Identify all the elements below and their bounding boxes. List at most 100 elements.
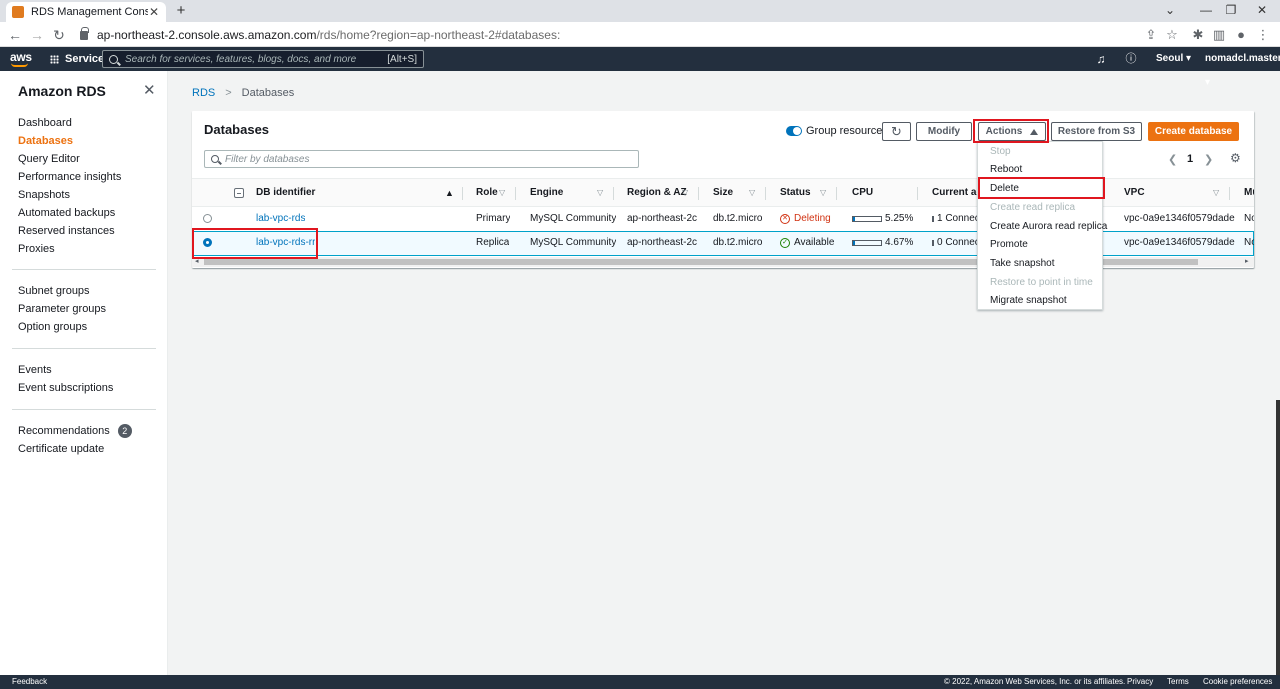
group-resources-label: Group resources xyxy=(806,125,888,137)
privacy-link[interactable]: Privacy xyxy=(1127,675,1153,689)
sort-icon[interactable]: ▽ xyxy=(1213,179,1219,207)
sidebar-divider xyxy=(12,409,156,410)
bookmark-star-icon[interactable]: ☆ xyxy=(1163,26,1181,44)
cpu-bar xyxy=(852,240,882,246)
tab-search-icon[interactable]: ⌄ xyxy=(1152,0,1188,22)
region-selector[interactable]: Seoul ▾ xyxy=(1156,47,1191,71)
breadcrumb-chevron-icon: > xyxy=(225,87,232,99)
aws-favicon-icon xyxy=(12,6,24,18)
breadcrumb-current: Databases xyxy=(241,87,295,99)
sidebar-item-subnet-groups[interactable]: Subnet groups xyxy=(18,285,90,297)
back-icon[interactable]: ← xyxy=(6,26,24,44)
breadcrumb-rds[interactable]: RDS xyxy=(192,87,215,99)
search-icon xyxy=(109,54,118,64)
close-window-icon[interactable]: ✕ xyxy=(1244,0,1280,22)
sidebar-item-event-subscriptions[interactable]: Event subscriptions xyxy=(18,382,113,394)
header-db-identifier[interactable]: DB identifier xyxy=(256,179,315,207)
menu-item-promote[interactable]: Promote xyxy=(978,235,1102,254)
cpu-value: 5.25% xyxy=(885,213,914,224)
browser-tab-bar: RDS Management Console ✕ + ⌄ — ❐ ✕ xyxy=(0,0,1280,22)
sidebar-item-option-groups[interactable]: Option groups xyxy=(18,321,87,333)
db-identifier-link[interactable]: lab-vpc-rds xyxy=(256,207,305,231)
refresh-button[interactable]: ↻ xyxy=(882,122,911,141)
next-page-icon[interactable]: ❯ xyxy=(1204,153,1213,166)
cell-vpc: vpc-0a9e1346f0579dade xyxy=(1124,237,1235,248)
terms-link[interactable]: Terms xyxy=(1167,675,1189,689)
console-search-input[interactable]: Search for services, features, blogs, do… xyxy=(102,50,424,68)
close-sidebar-icon[interactable]: ✕ xyxy=(143,81,156,99)
header-current-activity[interactable]: Current activity xyxy=(932,179,982,207)
sidebar-item-databases[interactable]: Databases xyxy=(18,135,73,147)
menu-item-create-aurora-read-replica[interactable]: Create Aurora read replica xyxy=(978,217,1107,236)
header-role[interactable]: Role xyxy=(476,179,498,207)
header-vpc[interactable]: VPC xyxy=(1124,179,1145,207)
sort-ascending-icon[interactable]: ▲ xyxy=(445,179,454,207)
actions-button[interactable]: Actions xyxy=(978,122,1046,141)
sidebar-item-recommendations[interactable]: Recommendations 2 xyxy=(18,424,132,438)
profile-icon[interactable]: ● xyxy=(1232,26,1250,44)
sort-icon[interactable]: ▽ xyxy=(597,179,603,207)
feedback-link[interactable]: Feedback xyxy=(12,675,47,689)
sidebar-item-query-editor[interactable]: Query Editor xyxy=(18,153,80,165)
new-tab-button[interactable]: + xyxy=(172,2,190,20)
forward-icon[interactable]: → xyxy=(28,26,46,44)
cell-engine: MySQL Community xyxy=(530,237,617,248)
browser-menu-icon[interactable]: ⋮ xyxy=(1254,26,1272,44)
filter-databases-input[interactable]: Filter by databases xyxy=(204,150,639,168)
close-tab-icon[interactable]: ✕ xyxy=(148,5,160,19)
group-resources-toggle[interactable] xyxy=(786,126,802,136)
sort-icon[interactable]: ▽ xyxy=(749,179,755,207)
db-identifier-link[interactable]: lab-vpc-rds-rr xyxy=(256,231,315,255)
page-number[interactable]: 1 xyxy=(1187,153,1193,165)
aws-logo[interactable]: aws xyxy=(10,50,32,67)
sidebar-item-certificate-update[interactable]: Certificate update xyxy=(18,443,104,455)
sidebar-item-snapshots[interactable]: Snapshots xyxy=(18,189,70,201)
sort-icon[interactable]: ▽ xyxy=(682,179,688,207)
header-status[interactable]: Status xyxy=(780,179,811,207)
browser-tab[interactable]: RDS Management Console ✕ xyxy=(6,2,166,22)
services-grid-icon xyxy=(50,54,59,64)
modify-button[interactable]: Modify xyxy=(916,122,972,141)
console-footer: Feedback © 2022, Amazon Web Services, In… xyxy=(0,675,1280,689)
url-field[interactable]: ap-northeast-2.console.aws.amazon.com/rd… xyxy=(80,26,560,44)
menu-item-take-snapshot[interactable]: Take snapshot xyxy=(978,254,1102,273)
side-panel-icon[interactable]: ▥ xyxy=(1210,26,1228,44)
header-region-az[interactable]: Region & AZ xyxy=(627,179,687,207)
sidebar-item-parameter-groups[interactable]: Parameter groups xyxy=(18,303,106,315)
sort-icon[interactable]: ▽ xyxy=(499,179,505,207)
header-cpu[interactable]: CPU xyxy=(852,179,873,207)
previous-page-icon[interactable]: ❮ xyxy=(1168,153,1177,166)
sort-icon[interactable]: ▽ xyxy=(820,179,826,207)
scroll-left-icon[interactable]: ◂ xyxy=(195,257,199,267)
actions-label: Actions xyxy=(985,126,1023,137)
header-engine[interactable]: Engine xyxy=(530,179,563,207)
row-radio[interactable] xyxy=(203,214,212,223)
sidebar-item-automated-backups[interactable]: Automated backups xyxy=(18,207,115,219)
help-icon[interactable]: ⓘ xyxy=(1124,47,1138,71)
sidebar-item-events[interactable]: Events xyxy=(18,364,52,376)
vertical-scrollbar[interactable] xyxy=(1276,400,1280,675)
account-menu[interactable]: nomadcl.master ▾ xyxy=(1205,47,1280,88)
sidebar-item-performance-insights[interactable]: Performance insights xyxy=(18,171,121,183)
select-all-checkbox[interactable] xyxy=(234,188,244,198)
row-radio-selected[interactable] xyxy=(203,238,212,247)
extensions-icon[interactable]: ✱ xyxy=(1189,26,1207,44)
create-database-button[interactable]: Create database xyxy=(1148,122,1239,141)
menu-item-reboot[interactable]: Reboot xyxy=(978,160,1102,179)
cpu-bar-fill xyxy=(853,217,855,221)
header-multi-az[interactable]: Multi-AZ xyxy=(1244,179,1254,207)
preferences-gear-icon[interactable]: ⚙ xyxy=(1230,151,1241,165)
scroll-right-icon[interactable]: ▸ xyxy=(1245,257,1249,267)
reload-icon[interactable]: ↻ xyxy=(50,26,68,44)
header-size[interactable]: Size xyxy=(713,179,733,207)
cookie-preferences-link[interactable]: Cookie preferences xyxy=(1203,675,1272,689)
share-icon[interactable]: ⇪ xyxy=(1142,26,1160,44)
notifications-bell-icon[interactable]: ♫ xyxy=(1094,47,1108,71)
sidebar-item-dashboard[interactable]: Dashboard xyxy=(18,117,72,129)
menu-item-delete[interactable]: Delete xyxy=(978,179,1102,198)
sidebar-item-reserved-instances[interactable]: Reserved instances xyxy=(18,225,115,237)
sidebar-item-proxies[interactable]: Proxies xyxy=(18,243,55,255)
restore-from-s3-button[interactable]: Restore from S3 xyxy=(1051,122,1142,141)
menu-item-migrate-snapshot[interactable]: Migrate snapshot xyxy=(978,291,1102,310)
cpu-bar xyxy=(852,216,882,222)
